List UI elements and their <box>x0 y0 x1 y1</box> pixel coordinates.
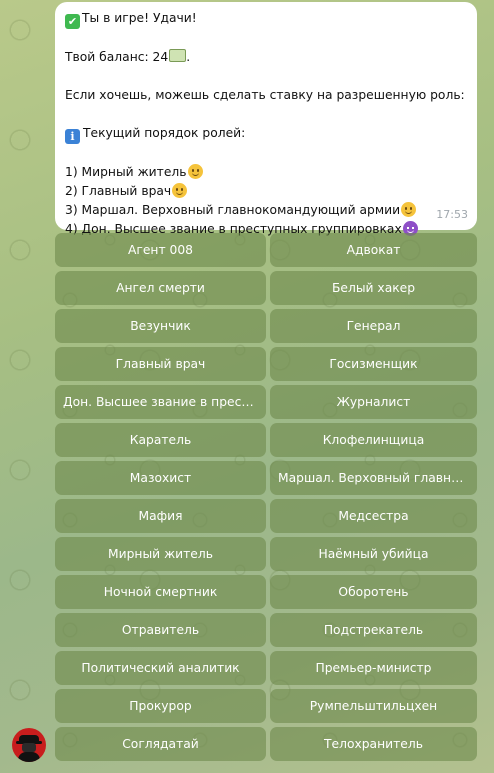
role-button-white-hacker[interactable]: Белый хакер <box>270 271 477 305</box>
smiling-face-icon <box>187 164 203 179</box>
info-icon: i <box>65 129 80 144</box>
role-button-rumpelstiltskin[interactable]: Румпельштильцхен <box>270 689 477 723</box>
role-button-bodyguard[interactable]: Телохранитель <box>270 727 477 761</box>
role-button-lucky[interactable]: Везунчик <box>55 309 266 343</box>
order-title-text: Текущий порядок ролей: <box>83 126 246 140</box>
role-button-angel-of-death[interactable]: Ангел смерти <box>55 271 266 305</box>
balance-suffix: . <box>186 50 191 64</box>
role-button-agent-008[interactable]: Агент 008 <box>55 233 266 267</box>
role-button-spy[interactable]: Соглядатай <box>55 727 266 761</box>
role-button-masochist[interactable]: Мазохист <box>55 461 266 495</box>
role-button-poisoner[interactable]: Отравитель <box>55 613 266 647</box>
role-button-instigator[interactable]: Подстрекатель <box>270 613 477 647</box>
role-button-night-bomber[interactable]: Ночной смертник <box>55 575 266 609</box>
role-button-clofelin[interactable]: Клофелинщица <box>270 423 477 457</box>
message-time: 17:53 <box>436 208 468 221</box>
role-button-hitman[interactable]: Наёмный убийца <box>270 537 477 571</box>
balance-text: Твой баланс: 24 <box>65 50 169 64</box>
role-button-don[interactable]: Дон. Высшее звание в преступных группиро… <box>55 385 266 419</box>
role-button-mafia[interactable]: Мафия <box>55 499 266 533</box>
role-button-traitor[interactable]: Госизменщик <box>270 347 477 381</box>
role-button-political-analyst[interactable]: Политический аналитик <box>55 651 266 685</box>
message-line-balance: Твой баланс: 24. <box>65 48 467 67</box>
bot-avatar[interactable] <box>12 728 46 762</box>
check-mark-icon: ✔ <box>65 14 80 29</box>
role-button-journalist[interactable]: Журналист <box>270 385 477 419</box>
message-line-order-title: i Текущий порядок ролей: <box>65 124 467 144</box>
smiling-face-icon <box>401 202 417 217</box>
role-order-item: 3) Маршал. Верховный главнокомандующий а… <box>65 201 467 220</box>
role-button-prosecutor[interactable]: Прокурор <box>55 689 266 723</box>
role-button-punisher[interactable]: Каратель <box>55 423 266 457</box>
smiling-face-icon <box>172 183 188 198</box>
role-button-marshal[interactable]: Маршал. Верховный главнокомандующий арми… <box>270 461 477 495</box>
money-icon <box>169 49 187 62</box>
message-line-bet: Если хочешь, можешь сделать ставку на ра… <box>65 88 465 102</box>
message-bubble: ✔ Ты в игре! Удачи! Твой баланс: 24. Если… <box>55 2 477 236</box>
inline-keyboard: Агент 008 Адвокат Ангел смерти Белый хак… <box>55 233 477 761</box>
role-button-lawyer[interactable]: Адвокат <box>270 233 477 267</box>
message-line-greeting: ✔ Ты в игре! Удачи! <box>65 9 467 29</box>
role-button-prime-minister[interactable]: Премьер-министр <box>270 651 477 685</box>
role-button-civilian[interactable]: Мирный житель <box>55 537 266 571</box>
greeting-text: Ты в игре! Удачи! <box>82 11 197 25</box>
role-order-item: 1) Мирный житель <box>65 163 467 182</box>
role-button-werewolf[interactable]: Оборотень <box>270 575 477 609</box>
role-button-general[interactable]: Генерал <box>270 309 477 343</box>
role-button-nurse[interactable]: Медсестра <box>270 499 477 533</box>
role-button-chief-doctor[interactable]: Главный врач <box>55 347 266 381</box>
role-order-item: 2) Главный врач <box>65 182 467 201</box>
